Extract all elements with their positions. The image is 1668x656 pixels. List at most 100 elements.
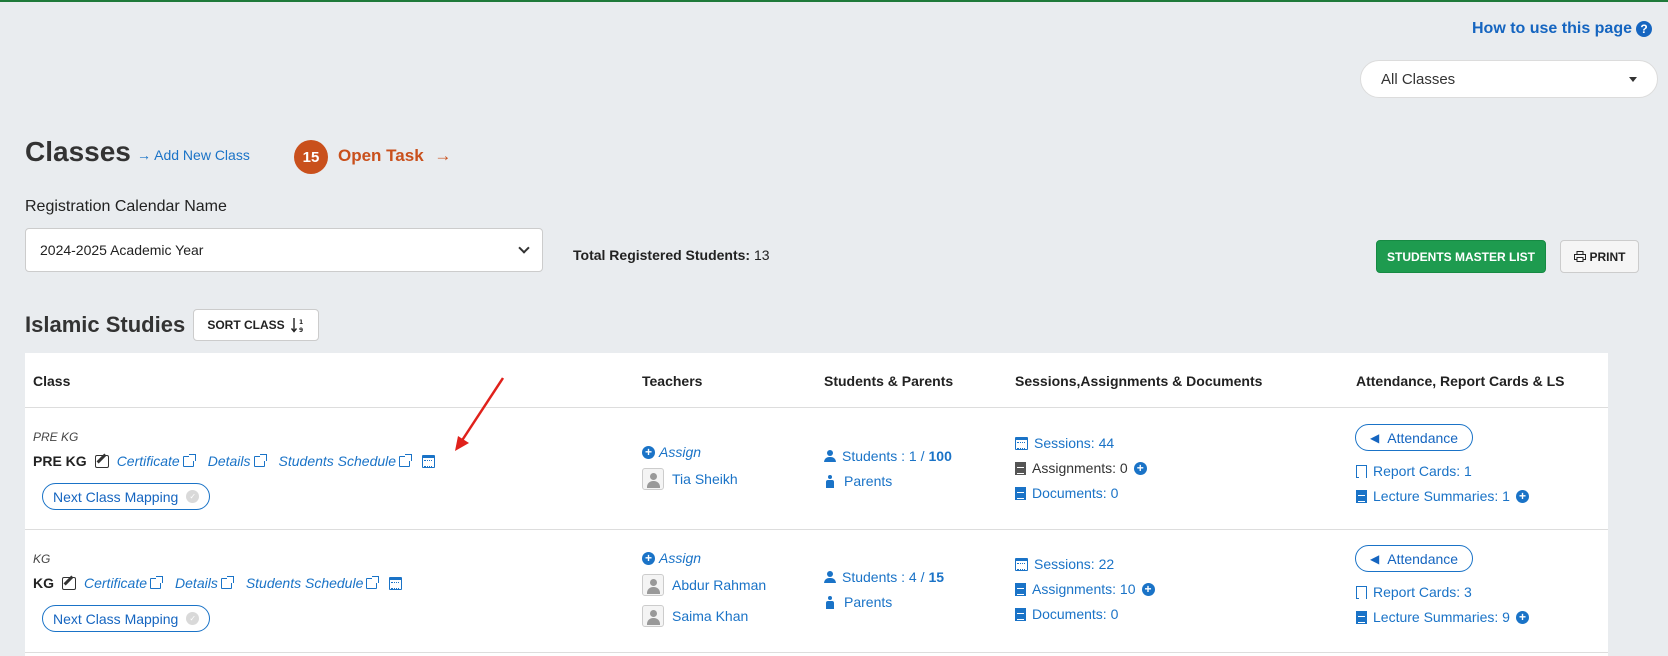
calendar-icon[interactable] xyxy=(389,576,403,590)
certificate-link[interactable]: Certificate xyxy=(117,453,196,469)
print-button[interactable]: PRINT xyxy=(1560,240,1639,273)
teacher-item[interactable]: Saima Khan xyxy=(642,605,748,627)
add-lecture-summary-icon[interactable]: + xyxy=(1515,610,1529,624)
print-icon xyxy=(1573,251,1586,262)
plus-circle-icon: + xyxy=(642,551,655,565)
assign-label: Assign xyxy=(659,444,702,460)
documents-link[interactable]: Documents: 0 xyxy=(1015,485,1118,501)
lecture-summaries-link[interactable]: Lecture Summaries: 9 + xyxy=(1356,609,1529,625)
calendar-icon[interactable] xyxy=(422,454,436,468)
svg-text:1: 1 xyxy=(299,319,303,326)
add-assignment-icon[interactable]: + xyxy=(1141,582,1155,596)
all-classes-dropdown[interactable]: All Classes xyxy=(1360,60,1658,98)
megaphone-icon: ◀ xyxy=(1370,430,1380,445)
details-label: Details xyxy=(175,575,218,591)
report-cards-label: Report Cards: 3 xyxy=(1373,584,1472,600)
add-lecture-summary-icon[interactable]: + xyxy=(1515,489,1529,503)
next-class-mapping-button[interactable]: Next Class Mapping ✓ xyxy=(42,605,211,632)
document-icon xyxy=(1356,610,1367,624)
registration-calendar-value: 2024-2025 Academic Year xyxy=(40,242,204,258)
details-label: Details xyxy=(207,453,251,469)
external-link-icon xyxy=(182,454,196,467)
document-icon xyxy=(1015,486,1026,500)
user-icon xyxy=(824,450,836,462)
person-icon xyxy=(826,474,834,488)
add-new-class-link[interactable]: → Add New Class xyxy=(137,147,250,163)
add-assignment-icon[interactable]: + xyxy=(1133,461,1147,475)
students-count-link[interactable]: Students : 4 / 15 xyxy=(824,569,944,585)
documents-label: Documents: 0 xyxy=(1032,606,1119,622)
students-schedule-label: Students Schedule xyxy=(278,453,397,469)
assign-label: Assign xyxy=(659,550,702,566)
students-master-list-button[interactable]: STUDENTS MASTER LIST xyxy=(1376,240,1546,273)
assign-teacher-link[interactable]: + Assign xyxy=(642,550,701,566)
class-name: KG xyxy=(33,575,54,591)
class-line: PRE KG Certificate Details Students Sche… xyxy=(33,453,436,469)
next-class-mapping-label: Next Class Mapping xyxy=(53,610,179,627)
attendance-label: Attendance xyxy=(1387,429,1459,446)
column-header-sessions: Sessions,Assignments & Documents xyxy=(1015,373,1263,389)
details-link[interactable]: Details xyxy=(207,453,267,469)
report-cards-link[interactable]: Report Cards: 3 xyxy=(1356,584,1472,600)
all-classes-value: All Classes xyxy=(1381,70,1456,88)
open-task-link[interactable]: Open Task → xyxy=(338,146,451,166)
edit-icon[interactable] xyxy=(94,454,109,468)
how-to-use-link[interactable]: How to use this page ? xyxy=(1472,20,1652,38)
students-max: 100 xyxy=(928,448,952,464)
classes-table: Class Teachers Students & Parents Sessio… xyxy=(25,353,1608,656)
external-link-icon xyxy=(150,576,164,589)
calendar-icon xyxy=(1015,436,1028,450)
open-task-count-badge[interactable]: 15 xyxy=(294,140,328,174)
external-link-icon xyxy=(366,576,380,589)
sessions-label: Sessions: 44 xyxy=(1034,435,1115,451)
teacher-item[interactable]: Abdur Rahman xyxy=(642,574,766,596)
plus-circle-icon: + xyxy=(642,445,655,459)
next-class-mapping-label: Next Class Mapping xyxy=(53,488,179,505)
external-link-icon xyxy=(220,576,234,589)
total-registered-students: Total Registered Students: 13 xyxy=(573,247,770,263)
attendance-button[interactable]: ◀ Attendance xyxy=(1355,424,1474,451)
certificate-label: Certificate xyxy=(84,575,148,591)
registration-calendar-select[interactable]: 2024-2025 Academic Year xyxy=(25,228,543,272)
top-accent-line xyxy=(0,0,1668,2)
students-count-link[interactable]: Students : 1 / 100 xyxy=(824,448,952,464)
students-schedule-link[interactable]: Students Schedule xyxy=(245,575,380,591)
lecture-summaries-link[interactable]: Lecture Summaries: 1 + xyxy=(1356,488,1529,504)
sessions-link[interactable]: Sessions: 44 xyxy=(1015,435,1114,451)
sessions-link[interactable]: Sessions: 22 xyxy=(1015,556,1114,572)
students-schedule-label: Students Schedule xyxy=(245,575,364,591)
students-max: 15 xyxy=(928,569,945,585)
next-class-mapping-button[interactable]: Next Class Mapping ✓ xyxy=(42,483,211,510)
column-header-teachers: Teachers xyxy=(642,373,703,389)
check-circle-icon: ✓ xyxy=(186,612,200,625)
certificate-link[interactable]: Certificate xyxy=(84,575,164,591)
students-schedule-link[interactable]: Students Schedule xyxy=(278,453,413,469)
total-registered-value: 13 xyxy=(753,247,770,263)
class-name: PRE KG xyxy=(33,453,87,469)
class-group-label: PRE KG xyxy=(33,430,79,444)
edit-icon[interactable] xyxy=(62,576,76,590)
details-link[interactable]: Details xyxy=(175,575,234,591)
teacher-name: Abdur Rahman xyxy=(672,577,767,593)
document-icon xyxy=(1015,582,1026,596)
file-icon xyxy=(1356,464,1367,478)
how-to-use-label: How to use this page xyxy=(1471,20,1632,37)
sort-class-button[interactable]: SORT CLASS 19 xyxy=(193,309,319,341)
table-header: Class Teachers Students & Parents Sessio… xyxy=(25,353,1608,408)
svg-text:9: 9 xyxy=(299,327,303,333)
question-circle-icon: ? xyxy=(1636,21,1652,37)
document-icon xyxy=(1356,489,1367,503)
person-icon xyxy=(826,595,834,609)
report-cards-link[interactable]: Report Cards: 1 xyxy=(1356,463,1472,479)
total-registered-label: Total Registered Students: xyxy=(573,247,751,263)
assignments-link[interactable]: Assignments: 10 + xyxy=(1015,581,1155,597)
megaphone-icon: ◀ xyxy=(1370,551,1380,566)
parents-link[interactable]: Parents xyxy=(826,473,892,489)
teacher-item[interactable]: Tia Sheikh xyxy=(642,468,738,490)
parents-link[interactable]: Parents xyxy=(826,594,892,610)
open-task-label: Open Task xyxy=(338,146,424,165)
assign-teacher-link[interactable]: + Assign xyxy=(642,444,701,460)
documents-link[interactable]: Documents: 0 xyxy=(1015,606,1118,622)
attendance-button[interactable]: ◀ Attendance xyxy=(1355,545,1474,572)
parents-label: Parents xyxy=(844,473,893,489)
